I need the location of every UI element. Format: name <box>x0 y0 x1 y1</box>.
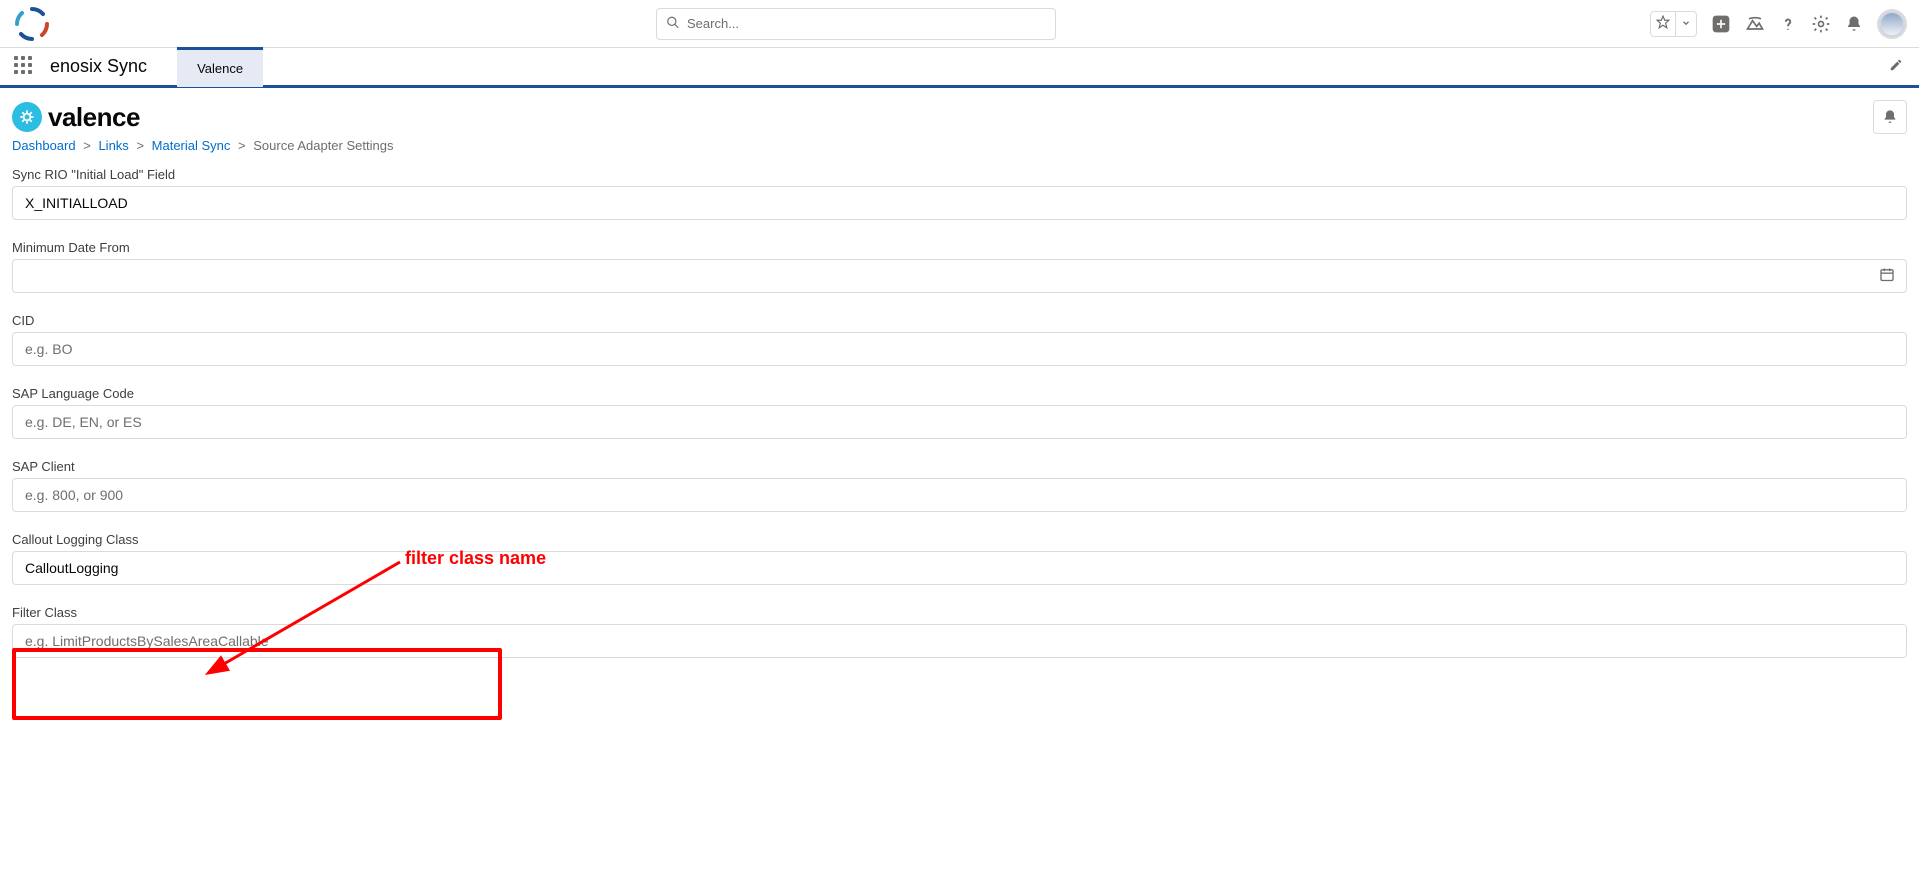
help-icon[interactable] <box>1779 15 1797 33</box>
star-icon <box>1656 15 1670 32</box>
settings-gear-icon[interactable] <box>1811 14 1831 34</box>
input-sap-client[interactable] <box>12 478 1907 512</box>
user-avatar[interactable] <box>1877 9 1907 39</box>
input-filter-class[interactable] <box>12 624 1907 658</box>
page-app-title: valence <box>48 102 140 133</box>
app-launcher-icon[interactable] <box>14 56 36 78</box>
input-sync-rio[interactable] <box>12 186 1907 220</box>
page-notifications-button[interactable] <box>1873 100 1907 134</box>
label-filter-class: Filter Class <box>12 605 1907 620</box>
global-add-button[interactable] <box>1711 14 1731 34</box>
label-min-date-from: Minimum Date From <box>12 240 1907 255</box>
calendar-icon[interactable] <box>1879 267 1895 286</box>
breadcrumb-links[interactable]: Links <box>98 138 128 153</box>
trailhead-icon[interactable] <box>1745 14 1765 34</box>
breadcrumb: Dashboard > Links > Material Sync > Sour… <box>12 138 1907 153</box>
label-sap-client: SAP Client <box>12 459 1907 474</box>
global-search-input[interactable] <box>656 8 1056 40</box>
input-callout-logging-class[interactable] <box>12 551 1907 585</box>
search-icon <box>666 15 680 32</box>
nav-tab-valence[interactable]: Valence <box>177 47 263 87</box>
salesforce-logo <box>12 0 62 48</box>
breadcrumb-current: Source Adapter Settings <box>253 138 393 153</box>
input-sap-language-code[interactable] <box>12 405 1907 439</box>
input-cid[interactable] <box>12 332 1907 366</box>
label-callout-logging: Callout Logging Class <box>12 532 1907 547</box>
breadcrumb-dashboard[interactable]: Dashboard <box>12 138 76 153</box>
valence-logo: valence <box>12 102 140 133</box>
app-name: enosix Sync <box>50 56 147 77</box>
label-sap-lang: SAP Language Code <box>12 386 1907 401</box>
input-min-date-from[interactable] <box>12 259 1907 293</box>
notifications-bell-icon[interactable] <box>1845 15 1863 33</box>
label-cid: CID <box>12 313 1907 328</box>
chevron-down-icon <box>1681 16 1691 31</box>
label-sync-rio: Sync RIO "Initial Load" Field <box>12 167 1907 182</box>
breadcrumb-material-sync[interactable]: Material Sync <box>152 138 231 153</box>
edit-nav-icon[interactable] <box>1873 58 1919 75</box>
favorites-button[interactable] <box>1650 11 1697 37</box>
